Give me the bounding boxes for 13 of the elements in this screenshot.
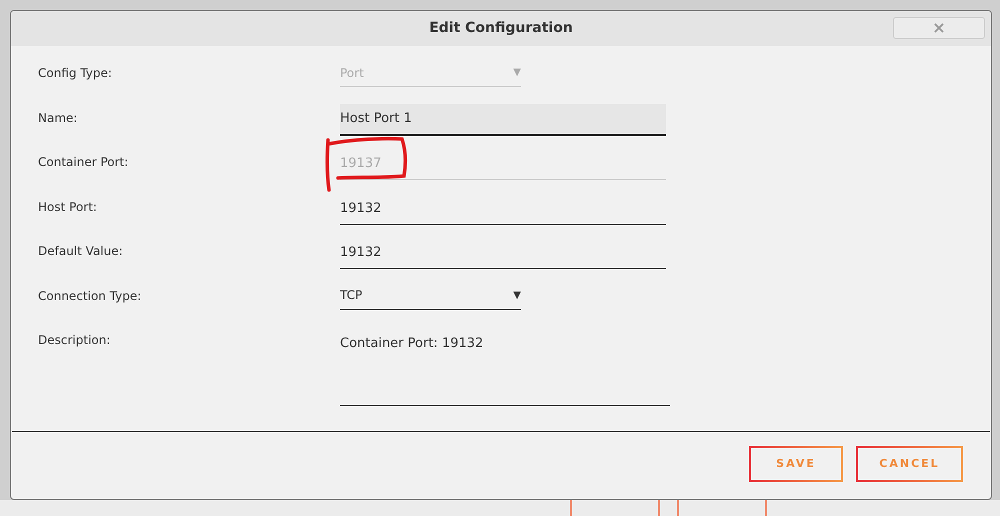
input-field[interactable]: 19132 xyxy=(340,237,666,269)
field-label: Config Type: xyxy=(37,65,113,82)
field-label: Name: xyxy=(37,110,78,126)
input-field[interactable]: Host Port 1 xyxy=(340,104,666,136)
field-label: Description: xyxy=(37,332,112,349)
field-label: Host Port: xyxy=(37,198,98,216)
field-label: Connection Type: xyxy=(37,288,142,304)
field-label: Container Port: xyxy=(37,154,130,171)
dialog-title: Edit Configuration xyxy=(429,19,573,38)
text-area[interactable]: Container Port: 19132 xyxy=(340,326,670,406)
field-label: Default Value: xyxy=(37,243,124,260)
input-field[interactable]: 19132 xyxy=(340,192,666,224)
select-field[interactable]: TCP ▼ xyxy=(340,282,521,310)
